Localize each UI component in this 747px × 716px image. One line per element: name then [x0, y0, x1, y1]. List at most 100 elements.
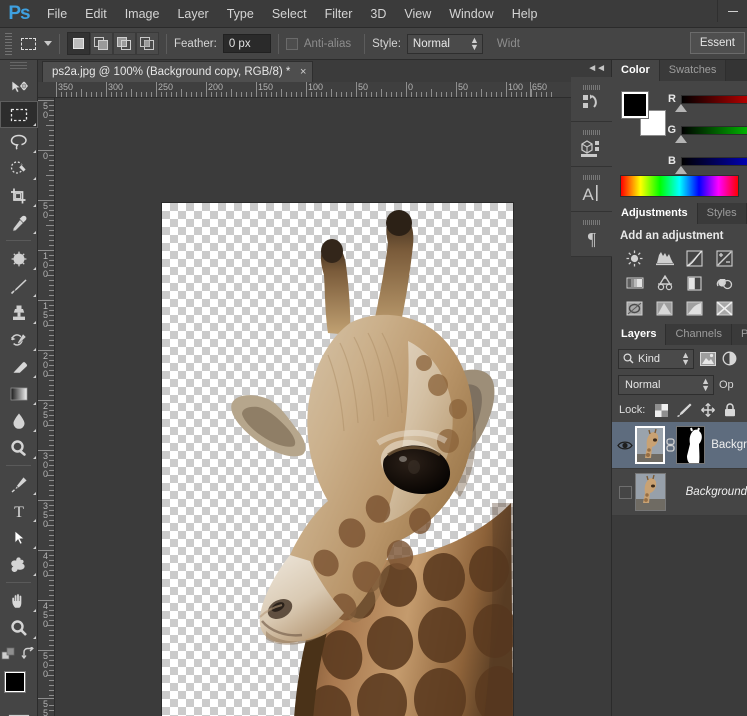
character-panel-button[interactable]: A: [571, 167, 612, 212]
horizontal-type-tool[interactable]: T: [0, 497, 38, 524]
anti-alias-checkbox[interactable]: [285, 37, 298, 50]
menu-view[interactable]: View: [395, 0, 440, 28]
rectangular-marquee-tool[interactable]: [0, 101, 38, 128]
tab-layers[interactable]: Layers: [612, 324, 667, 345]
red-slider-track[interactable]: [681, 94, 747, 104]
curves-icon[interactable]: [683, 248, 705, 268]
layer-mask-link-icon[interactable]: [665, 438, 676, 452]
foreground-color-chip[interactable]: [622, 92, 648, 118]
history-panel-button[interactable]: [571, 77, 612, 122]
green-slider-track[interactable]: [681, 125, 747, 135]
invert-icon[interactable]: [683, 298, 705, 318]
vertical-ruler[interactable]: 50 0 50 100 150 200 250 300 350 400 450 500 55: [38, 98, 55, 716]
blend-mode-select[interactable]: Normal: [618, 375, 714, 395]
menu-3d[interactable]: 3D: [361, 0, 395, 28]
intersect-with-selection-button[interactable]: [136, 32, 159, 55]
tab-paths[interactable]: Paths: [731, 324, 747, 345]
table-row[interactable]: Background: [612, 469, 747, 516]
paragraph-panel-button[interactable]: ¶: [571, 212, 612, 257]
hue-saturation-icon[interactable]: [654, 273, 676, 293]
tab-styles[interactable]: Styles: [697, 203, 747, 224]
menu-type[interactable]: Type: [218, 0, 263, 28]
3d-panel-button[interactable]: [571, 122, 612, 167]
options-bar-grip[interactable]: [2, 32, 14, 55]
menu-image[interactable]: Image: [116, 0, 169, 28]
tab-adjustments[interactable]: Adjustments: [612, 203, 698, 224]
layer-visibility-toggle[interactable]: [616, 440, 635, 451]
document-tab[interactable]: ps2a.jpg @ 100% (Background copy, RGB/8)…: [42, 61, 314, 82]
menu-window[interactable]: Window: [440, 0, 502, 28]
close-icon[interactable]: ×: [300, 65, 306, 79]
red-slider-thumb[interactable]: [675, 103, 687, 112]
color-spectrum-ramp[interactable]: [620, 175, 739, 197]
clone-stamp-tool[interactable]: [0, 299, 38, 326]
add-to-selection-button[interactable]: [90, 32, 113, 55]
layer-thumbnail[interactable]: [635, 473, 666, 511]
rectangular-marquee-icon[interactable]: [17, 33, 39, 55]
blue-slider-track[interactable]: [681, 156, 747, 166]
menu-layer[interactable]: Layer: [168, 0, 217, 28]
table-row[interactable]: Backgr: [612, 422, 747, 469]
horizontal-ruler[interactable]: 350 300 250 200 150 100 50 0 50 100 650: [38, 82, 571, 98]
layer-filter-kind-select[interactable]: Kind ▲ ▼: [618, 348, 694, 369]
lock-all-icon[interactable]: [724, 403, 736, 417]
quick-selection-tool[interactable]: [0, 155, 38, 182]
hand-tool[interactable]: [0, 587, 38, 614]
blue-slider-thumb[interactable]: [675, 165, 687, 174]
subtract-from-selection-button[interactable]: [113, 32, 136, 55]
new-selection-button[interactable]: [67, 32, 90, 55]
exposure-icon[interactable]: [713, 248, 735, 268]
pen-tool[interactable]: [0, 470, 38, 497]
path-selection-tool[interactable]: [0, 524, 38, 551]
lasso-tool[interactable]: [0, 128, 38, 155]
photo-filter-icon[interactable]: [624, 298, 646, 318]
brush-tool[interactable]: [0, 272, 38, 299]
eraser-tool[interactable]: [0, 353, 38, 380]
feather-input[interactable]: [222, 34, 271, 53]
foreground-color-swatch[interactable]: [5, 672, 25, 692]
spot-healing-brush-tool[interactable]: [0, 245, 38, 272]
blur-tool[interactable]: [0, 407, 38, 434]
vibrance-icon[interactable]: [624, 273, 646, 293]
lock-position-icon[interactable]: [701, 403, 716, 417]
channel-mixer-icon[interactable]: [654, 298, 676, 318]
eyedropper-tool[interactable]: [0, 209, 38, 236]
layer-mask-thumbnail[interactable]: [675, 426, 706, 464]
zoom-tool[interactable]: [0, 614, 38, 641]
toolbox-grip[interactable]: [10, 62, 27, 71]
collapse-panels-button[interactable]: ◄◄: [571, 60, 611, 77]
posterize-icon[interactable]: [713, 298, 735, 318]
lock-image-pixels-icon[interactable]: [677, 403, 692, 417]
black-white-icon[interactable]: [713, 273, 735, 293]
levels-icon[interactable]: [654, 248, 676, 268]
canvas-area[interactable]: [55, 98, 571, 716]
artboard[interactable]: [162, 203, 513, 716]
green-slider-thumb[interactable]: [675, 134, 687, 143]
filter-pixel-layers-icon[interactable]: [700, 351, 716, 366]
dodge-tool[interactable]: [0, 434, 38, 461]
swap-colors-icon[interactable]: [21, 647, 36, 661]
workspace-switcher-button[interactable]: Essent: [689, 32, 745, 54]
history-brush-tool[interactable]: [0, 326, 38, 353]
menu-file[interactable]: File: [38, 0, 76, 28]
layer-thumbnail[interactable]: [634, 426, 665, 464]
layer-visibility-toggle[interactable]: [616, 485, 635, 499]
default-colors-icon[interactable]: [1, 647, 18, 662]
tab-channels[interactable]: Channels: [666, 324, 732, 345]
menu-select[interactable]: Select: [263, 0, 316, 28]
lock-transparent-pixels-icon[interactable]: [655, 403, 669, 417]
tab-swatches[interactable]: Swatches: [659, 60, 727, 81]
custom-shape-tool[interactable]: [0, 551, 38, 578]
menu-filter[interactable]: Filter: [316, 0, 362, 28]
gradient-tool[interactable]: [0, 380, 38, 407]
filter-adjustment-layers-icon[interactable]: [722, 351, 737, 366]
menu-edit[interactable]: Edit: [76, 0, 116, 28]
color-balance-icon[interactable]: [683, 273, 705, 293]
minimize-button[interactable]: [717, 0, 747, 22]
tab-color[interactable]: Color: [612, 60, 660, 81]
brightness-contrast-icon[interactable]: [624, 248, 646, 268]
crop-tool[interactable]: [0, 182, 38, 209]
move-tool[interactable]: [0, 74, 38, 101]
menu-help[interactable]: Help: [503, 0, 547, 28]
chevron-down-icon[interactable]: [44, 41, 52, 46]
